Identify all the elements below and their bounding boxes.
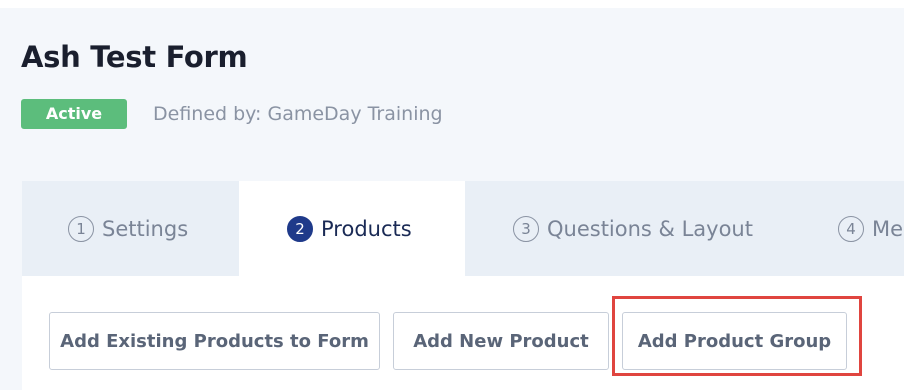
tab-4[interactable]: 4 Me <box>838 181 903 276</box>
tab-settings[interactable]: 1 Settings <box>68 181 188 276</box>
page-title: Ash Test Form <box>21 40 248 74</box>
tab-questions-layout-label: Questions & Layout <box>547 216 753 241</box>
step-3-icon: 3 <box>513 215 539 242</box>
defined-by-text: Defined by: GameDay Training <box>153 103 443 125</box>
status-badge: Active <box>21 99 127 129</box>
tab-4-label: Me <box>872 216 904 241</box>
add-existing-products-button[interactable]: Add Existing Products to Form <box>49 312 380 370</box>
add-new-product-button[interactable]: Add New Product <box>393 312 609 370</box>
tab-products-label: Products <box>321 216 412 241</box>
step-2-icon: 2 <box>287 215 313 242</box>
tab-settings-label: Settings <box>102 216 189 241</box>
step-4-icon: 4 <box>838 215 864 242</box>
top-edge <box>0 0 904 8</box>
highlight-box <box>612 296 862 376</box>
step-1-icon: 1 <box>68 215 94 242</box>
page: Ash Test Form Active Defined by: GameDay… <box>0 0 904 390</box>
tab-questions-layout[interactable]: 3 Questions & Layout <box>513 181 753 276</box>
tab-products[interactable]: 2 Products <box>239 181 465 276</box>
